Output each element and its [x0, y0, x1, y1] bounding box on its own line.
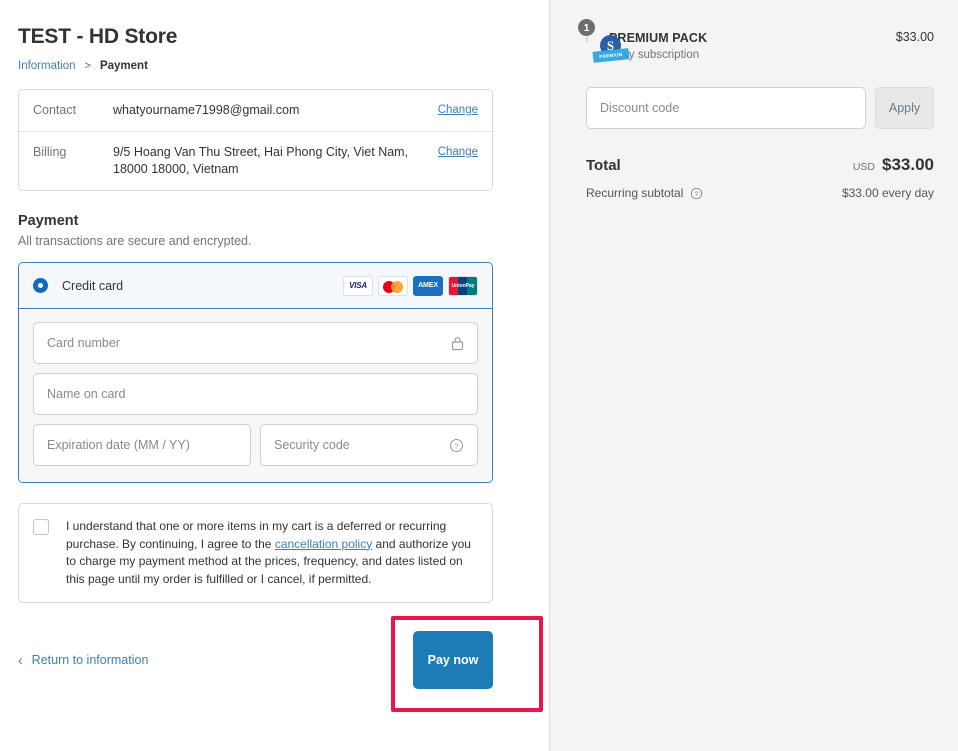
contact-value: whatyourname71998@gmail.com: [113, 102, 438, 119]
order-summary-panel: S PREMIUM 1 PREMIUM PACK Daily subscript…: [549, 0, 958, 751]
page-title: TEST - HD Store: [18, 25, 531, 49]
product-subtitle: Daily subscription: [609, 49, 896, 61]
pay-now-button[interactable]: Pay now: [413, 631, 493, 689]
recurring-consent-text: I understand that one or more items in m…: [66, 518, 478, 588]
recurring-subtotal-value: $33.00 every day: [842, 186, 934, 200]
card-fields-group: Card number Name on card Expiration date…: [19, 309, 492, 482]
total-amount-group: USD $33.00: [853, 155, 934, 175]
discount-code-input[interactable]: [586, 87, 866, 129]
product-price: $33.00: [896, 26, 934, 44]
total-currency: USD: [853, 161, 875, 173]
review-row-contact: Contact whatyourname71998@gmail.com Chan…: [19, 90, 492, 131]
total-row: Total USD $33.00: [586, 155, 934, 175]
total-label: Total: [586, 157, 621, 174]
total-amount: $33.00: [882, 155, 934, 175]
recurring-consent-checkbox[interactable]: [33, 519, 49, 535]
credit-card-option-row[interactable]: Credit card VISA AMEX UnionPay: [19, 263, 492, 309]
return-to-information-label: Return to information: [32, 653, 149, 667]
checkout-footer: ‹ Return to information Pay now: [18, 631, 493, 689]
svg-text:?: ?: [454, 441, 458, 450]
expiration-date-field[interactable]: Expiration date (MM / YY): [33, 424, 251, 466]
card-number-placeholder: Card number: [47, 336, 451, 350]
chevron-left-icon: ‹: [18, 653, 23, 667]
expiration-placeholder: Expiration date (MM / YY): [47, 438, 237, 452]
contact-label: Contact: [33, 102, 113, 119]
credit-card-radio[interactable]: [33, 278, 48, 293]
security-code-placeholder: Security code: [274, 438, 449, 452]
expiry-cvv-row: Expiration date (MM / YY) Security code …: [33, 424, 478, 466]
svg-text:?: ?: [695, 191, 699, 198]
security-code-field[interactable]: Security code ?: [260, 424, 478, 466]
product-thumbnail-wrapper: S PREMIUM 1: [586, 26, 588, 41]
help-circle-icon[interactable]: ?: [449, 438, 464, 453]
order-review-card: Contact whatyourname71998@gmail.com Chan…: [18, 89, 493, 191]
quantity-badge: 1: [577, 18, 596, 37]
card-brand-logos: VISA AMEX UnionPay: [343, 276, 478, 296]
unionpay-label: UnionPay: [449, 277, 477, 295]
billing-value: 9/5 Hoang Van Thu Street, Hai Phong City…: [113, 144, 438, 178]
payment-heading: Payment: [18, 213, 531, 229]
name-on-card-placeholder: Name on card: [47, 387, 464, 401]
payment-subheading: All transactions are secure and encrypte…: [18, 234, 531, 248]
order-item-row: S PREMIUM 1 PREMIUM PACK Daily subscript…: [586, 26, 934, 61]
product-title: PREMIUM PACK: [609, 31, 707, 45]
credit-card-label: Credit card: [62, 279, 343, 293]
review-row-billing: Billing 9/5 Hoang Van Thu Street, Hai Ph…: [19, 131, 492, 190]
name-on-card-field[interactable]: Name on card: [33, 373, 478, 415]
breadcrumb-payment-current: Payment: [100, 60, 148, 72]
lock-icon: [451, 336, 464, 351]
recurring-help-icon[interactable]: ?: [690, 187, 703, 200]
apply-discount-button[interactable]: Apply: [875, 87, 934, 129]
payment-method-box: Credit card VISA AMEX UnionPay Card numb…: [18, 262, 493, 483]
recurring-subtotal-label: Recurring subtotal: [586, 186, 683, 200]
pay-now-wrapper: Pay now: [413, 631, 493, 689]
recurring-subtotal-row: Recurring subtotal ? $33.00 every day: [586, 186, 934, 200]
recurring-subtotal-label-group: Recurring subtotal ?: [586, 186, 703, 200]
return-to-information-link[interactable]: ‹ Return to information: [18, 653, 148, 667]
breadcrumb: Information > Payment: [18, 60, 531, 72]
breadcrumb-information-link[interactable]: Information: [18, 60, 76, 72]
visa-logo: VISA: [343, 276, 373, 296]
mastercard-logo: [378, 276, 408, 296]
unionpay-logo: UnionPay: [448, 276, 478, 296]
billing-label: Billing: [33, 144, 113, 161]
chevron-right-icon: >: [85, 60, 91, 72]
cancellation-policy-link[interactable]: cancellation policy: [275, 537, 372, 551]
recurring-consent-box: I understand that one or more items in m…: [18, 503, 493, 603]
product-info: PREMIUM PACK Daily subscription: [609, 26, 896, 61]
amex-logo: AMEX: [413, 276, 443, 296]
checkout-main-column: TEST - HD Store Information > Payment Co…: [0, 0, 549, 751]
checkout-page: TEST - HD Store Information > Payment Co…: [0, 0, 958, 751]
discount-code-row: Apply: [586, 87, 934, 129]
card-number-field[interactable]: Card number: [33, 322, 478, 364]
change-billing-link[interactable]: Change: [438, 144, 478, 161]
change-contact-link[interactable]: Change: [438, 102, 478, 119]
